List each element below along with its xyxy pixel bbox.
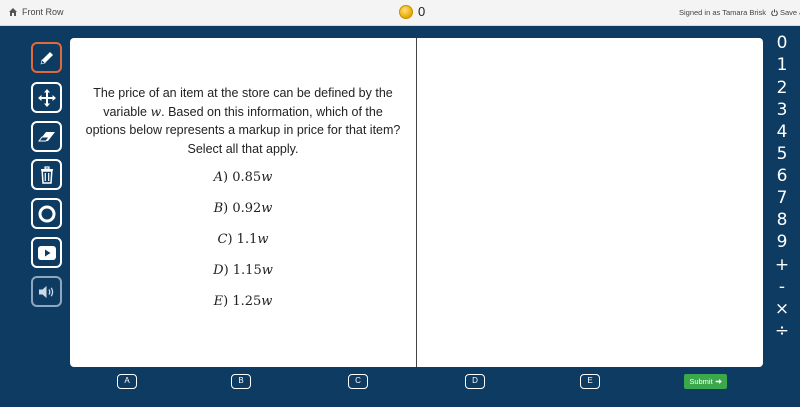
question-card: The price of an item at the store can be… [70,38,763,367]
question-variable: w [150,103,162,119]
key-minus[interactable]: - [771,277,793,297]
power-icon [771,9,778,16]
key-divide[interactable]: ÷ [771,321,793,341]
pencil-tool-button[interactable] [31,42,62,73]
option-e-var: w [261,294,273,309]
speaker-icon [38,285,53,298]
key-plus[interactable]: + [771,255,793,275]
option-b-value: 0.92 [232,201,262,216]
coin-icon [399,4,413,19]
coin-counter: 0 [399,4,425,19]
key-5[interactable]: 5 [771,144,793,164]
save-label: Save & [780,8,800,17]
top-bar: Front Row 0 Signed in as Tamara Brisk Sa… [0,0,800,26]
submit-button[interactable]: Submit [684,374,727,389]
arrow-right-icon [715,379,722,384]
key-9[interactable]: 9 [771,232,793,252]
coin-count: 0 [418,4,426,19]
play-tool-button[interactable] [31,237,62,268]
circle-icon [38,205,55,222]
front-row-link[interactable]: Front Row [8,7,64,17]
question-line-3: options below represents a markup in pri… [85,123,401,137]
pencil-icon [40,51,53,64]
option-e-label: E [213,294,224,309]
circle-tool-button[interactable] [31,198,62,229]
answer-button-c[interactable]: C [348,374,368,389]
trash-tool-button[interactable] [31,159,62,190]
option-a-var: w [261,170,273,185]
question-line-2b: . Based on this information, which of th… [161,104,383,119]
speaker-tool-button[interactable] [31,276,62,307]
option-b-var: w [261,201,273,216]
play-icon [37,245,56,260]
scratch-area[interactable] [417,38,763,367]
eraser-tool-button[interactable] [31,121,62,152]
option-c-value: 1.1 [236,232,258,247]
submit-label: Submit [689,377,713,386]
question-line-1: The price of an item at the store can be… [93,86,393,100]
option-d-label: D [213,263,224,278]
option-d[interactable]: D) 1.15w [70,263,416,278]
key-2[interactable]: 2 [771,78,793,98]
option-b[interactable]: B) 0.92w [70,201,416,216]
option-d-var: w [261,263,273,278]
save-button[interactable]: Save & [771,8,800,17]
option-c[interactable]: C) 1.1w [70,232,416,247]
answer-button-e[interactable]: E [580,374,600,389]
question-line-2: variable w. Based on this information, w… [76,103,410,122]
key-3[interactable]: 3 [771,100,793,120]
eraser-icon [37,131,55,141]
move-icon [37,88,56,107]
option-e[interactable]: E) 1.25w [70,294,416,309]
home-icon [9,8,17,16]
signed-in-label: Signed in as Tamara Brisk [679,8,766,17]
answer-button-d[interactable]: D [465,374,485,389]
question-text: The price of an item at the store can be… [76,84,410,158]
move-tool-button[interactable] [31,82,62,113]
key-0[interactable]: 0 [771,33,793,53]
option-b-label: B [213,201,224,216]
option-d-value: 1.15 [232,263,262,278]
key-8[interactable]: 8 [771,210,793,230]
front-row-label: Front Row [22,7,64,17]
option-e-value: 1.25 [232,294,262,309]
option-c-label: C [217,232,228,247]
answer-button-a[interactable]: A [117,374,137,389]
option-a-label: A [213,170,224,185]
key-4[interactable]: 4 [771,122,793,142]
option-c-var: w [257,232,269,247]
key-1[interactable]: 1 [771,55,793,75]
key-6[interactable]: 6 [771,166,793,186]
answer-button-b[interactable]: B [231,374,251,389]
option-a-value: 0.85 [232,170,262,185]
question-line-2a: variable [103,104,151,119]
question-line-4: Select all that apply. [187,141,299,156]
trash-icon [40,165,53,184]
key-7[interactable]: 7 [771,188,793,208]
option-a[interactable]: A) 0.85w [70,170,416,185]
key-times[interactable]: × [771,299,793,319]
